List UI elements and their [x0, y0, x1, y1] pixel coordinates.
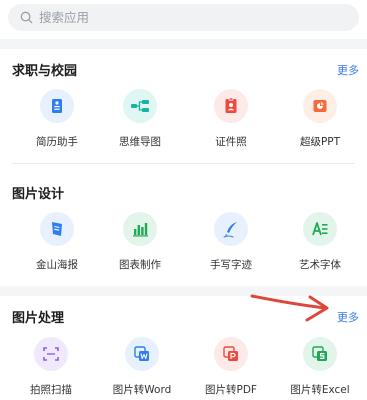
app-label: 金山海报 [36, 259, 78, 271]
art-font-icon [303, 212, 337, 246]
section-title: 求职与校园 [12, 64, 78, 79]
app-label: 超级PPT [299, 136, 341, 148]
app-item-photo-scan[interactable]: 拍照扫描 [6, 337, 96, 397]
search-bar[interactable] [8, 4, 359, 31]
app-item-chart-maker[interactable]: 图表制作 [95, 212, 185, 272]
app-item-handwriting[interactable]: 手写字迹 [186, 212, 276, 272]
resume-icon [40, 89, 74, 123]
mindmap-icon [123, 89, 157, 123]
app-label: 证件照 [215, 136, 247, 148]
app-item-art-font[interactable]: 艺术字体 [275, 212, 365, 272]
more-link[interactable]: 更多 [337, 309, 359, 325]
divider [12, 163, 355, 164]
chart-maker-icon [123, 212, 157, 246]
poster-icon [40, 212, 74, 246]
section-title: 图片处理 [12, 311, 65, 326]
scan-icon [34, 337, 68, 371]
app-label: 图片转Excel [290, 384, 350, 396]
more-link[interactable]: 更多 [337, 62, 359, 78]
section-title: 图片设计 [12, 187, 65, 202]
section-separator [0, 286, 367, 296]
app-label: 图表制作 [119, 259, 161, 271]
app-item-poster[interactable]: 金山海报 [12, 212, 102, 272]
app-item-resume[interactable]: 简历助手 [12, 89, 102, 149]
app-item-image-to-word[interactable]: 图片转Word [97, 337, 187, 397]
image-to-pdf-icon [214, 337, 248, 371]
ppt-icon [303, 89, 337, 123]
app-label: 图片转PDF [205, 384, 257, 396]
app-item-mindmap[interactable]: 思维导图 [95, 89, 185, 149]
app-label: 拍照扫描 [30, 384, 72, 396]
image-to-word-icon [125, 337, 159, 371]
app-label: 简历助手 [36, 136, 78, 148]
app-label: 图片转Word [112, 384, 172, 396]
app-label: 手写字迹 [210, 259, 252, 271]
id-photo-icon [214, 89, 248, 123]
search-icon [20, 11, 33, 24]
section-separator [0, 39, 367, 49]
app-label: 思维导图 [119, 136, 161, 148]
app-item-id-photo[interactable]: 证件照 [186, 89, 276, 149]
app-item-image-to-excel[interactable]: 图片转Excel [275, 337, 365, 397]
handwriting-icon [214, 212, 248, 246]
app-item-image-to-pdf[interactable]: 图片转PDF [186, 337, 276, 397]
search-input[interactable] [39, 10, 339, 25]
app-item-super-ppt[interactable]: 超级PPT [275, 89, 365, 149]
image-to-excel-icon [303, 337, 337, 371]
app-label: 艺术字体 [299, 259, 341, 271]
